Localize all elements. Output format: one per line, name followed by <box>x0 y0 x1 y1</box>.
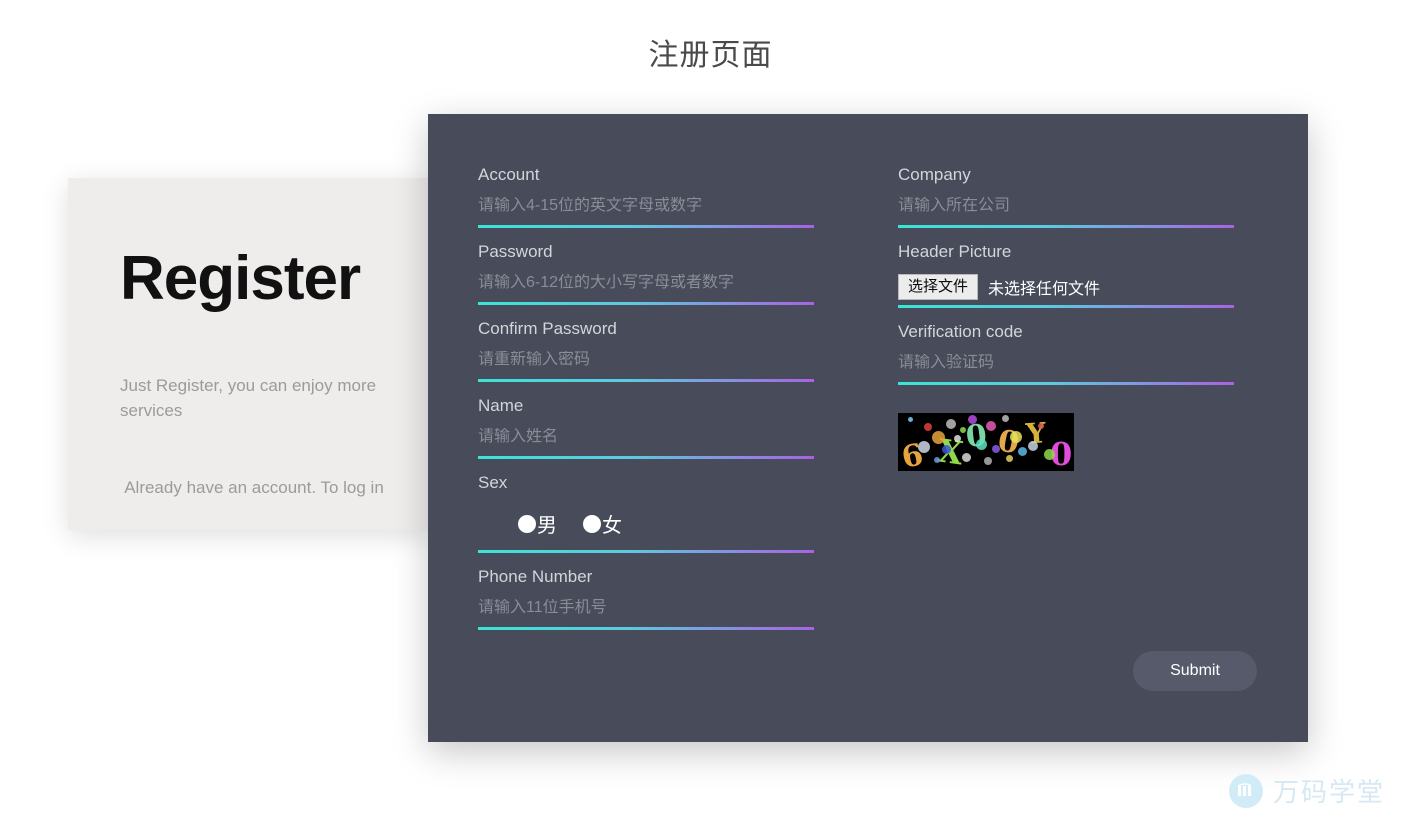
captcha-noise-dot <box>918 441 930 453</box>
verification-code-input[interactable] <box>898 354 1234 382</box>
captcha-noise-dot <box>934 457 940 463</box>
captcha-noise-dot <box>976 439 987 450</box>
captcha-character: 0 <box>964 418 989 455</box>
sex-option-male-label: 男 <box>537 515 557 537</box>
field-underline-company <box>898 225 1234 228</box>
captcha-noise-dot <box>1044 449 1055 460</box>
name-input[interactable] <box>478 428 814 456</box>
registration-form-panel: Account Password Confirm Password Name S… <box>428 114 1308 742</box>
captcha-noise-dot <box>1028 441 1038 451</box>
captcha-noise-dot <box>968 415 977 424</box>
captcha-noise-dot <box>1006 455 1013 462</box>
field-label-password: Password <box>478 242 553 261</box>
sex-option-male[interactable]: 男 <box>518 509 557 538</box>
field-label-verification-code: Verification code <box>898 322 1023 341</box>
file-status-text: 未选择任何文件 <box>988 281 1101 298</box>
register-intro-inner: Register Just Register, you can enjoy mo… <box>68 178 430 530</box>
register-subtitle: Just Register, you can enjoy more servic… <box>120 376 377 420</box>
captcha-noise-dot <box>1010 431 1022 443</box>
captcha-noise-dot <box>992 445 1000 453</box>
captcha-noise-dot <box>942 445 951 454</box>
field-label-company: Company <box>898 165 971 184</box>
form-column-right: Company Header Picture 选择文件 未选择任何文件 Veri… <box>898 166 1238 471</box>
field-underline-verification-code <box>898 382 1234 385</box>
field-name: Name <box>478 397 818 459</box>
captcha-noise-dot <box>946 419 956 429</box>
sex-option-female-label: 女 <box>602 515 622 537</box>
field-password: Password <box>478 243 818 305</box>
field-verification-code: Verification code <box>898 323 1238 385</box>
login-link[interactable]: Already have an account. To log in <box>84 478 424 498</box>
confirm-password-input[interactable] <box>478 351 814 379</box>
choose-file-button[interactable]: 选择文件 <box>898 274 979 300</box>
account-input[interactable] <box>478 197 814 225</box>
field-label-sex: Sex <box>478 473 508 492</box>
field-underline-sex <box>478 550 814 553</box>
captcha-noise-dot <box>908 417 913 422</box>
field-underline-account <box>478 225 814 228</box>
sex-radio-group: 男 女 <box>478 505 818 550</box>
watermark: 万码学堂 <box>1228 772 1385 809</box>
radio-circle-icon[interactable] <box>583 514 601 533</box>
field-confirm-password: Confirm Password <box>478 320 818 382</box>
field-company: Company <box>898 166 1238 228</box>
field-underline-phone <box>478 627 814 630</box>
captcha-noise-dot <box>960 427 966 433</box>
radio-circle-icon[interactable] <box>518 514 536 533</box>
field-underline-confirm-password <box>478 379 814 382</box>
captcha-image[interactable]: 6X00Y0 <box>898 413 1074 471</box>
register-heading: Register <box>120 244 361 313</box>
brand-logo-icon <box>1228 773 1263 808</box>
field-sex: Sex 男 女 <box>478 474 818 553</box>
field-label-phone: Phone Number <box>478 567 593 586</box>
password-input[interactable] <box>478 274 814 302</box>
captcha-noise-dot <box>984 457 992 465</box>
captcha-noise-dot <box>924 423 932 431</box>
sex-option-female[interactable]: 女 <box>583 509 622 538</box>
register-intro-card: Register Just Register, you can enjoy mo… <box>68 178 430 530</box>
field-label-confirm-password: Confirm Password <box>478 319 617 338</box>
captcha-noise-dot <box>954 435 961 442</box>
company-input[interactable] <box>898 197 1234 225</box>
field-underline-header-picture <box>898 305 1234 308</box>
field-underline-password <box>478 302 814 305</box>
file-picker-row: 选择文件 未选择任何文件 <box>898 274 1238 305</box>
captcha-noise-dot <box>1018 447 1027 456</box>
submit-button[interactable]: Submit <box>1133 651 1257 691</box>
page-title: 注册页面 <box>648 39 773 72</box>
captcha-noise-dot <box>986 421 996 431</box>
field-label-account: Account <box>478 165 540 184</box>
field-phone: Phone Number <box>478 568 818 630</box>
form-column-left: Account Password Confirm Password Name S… <box>478 166 818 645</box>
captcha-noise-dot <box>932 431 945 444</box>
field-label-header-picture: Header Picture <box>898 242 1012 261</box>
field-underline-name <box>478 456 814 459</box>
phone-input[interactable] <box>478 599 814 627</box>
field-header-picture: Header Picture 选择文件 未选择任何文件 <box>898 243 1238 308</box>
captcha-noise-dot <box>1038 423 1044 429</box>
field-label-name: Name <box>478 396 524 415</box>
watermark-text: 万码学堂 <box>1272 777 1385 807</box>
field-account: Account <box>478 166 818 228</box>
captcha-noise-dot <box>1002 415 1009 422</box>
captcha-noise-dot <box>962 453 971 462</box>
